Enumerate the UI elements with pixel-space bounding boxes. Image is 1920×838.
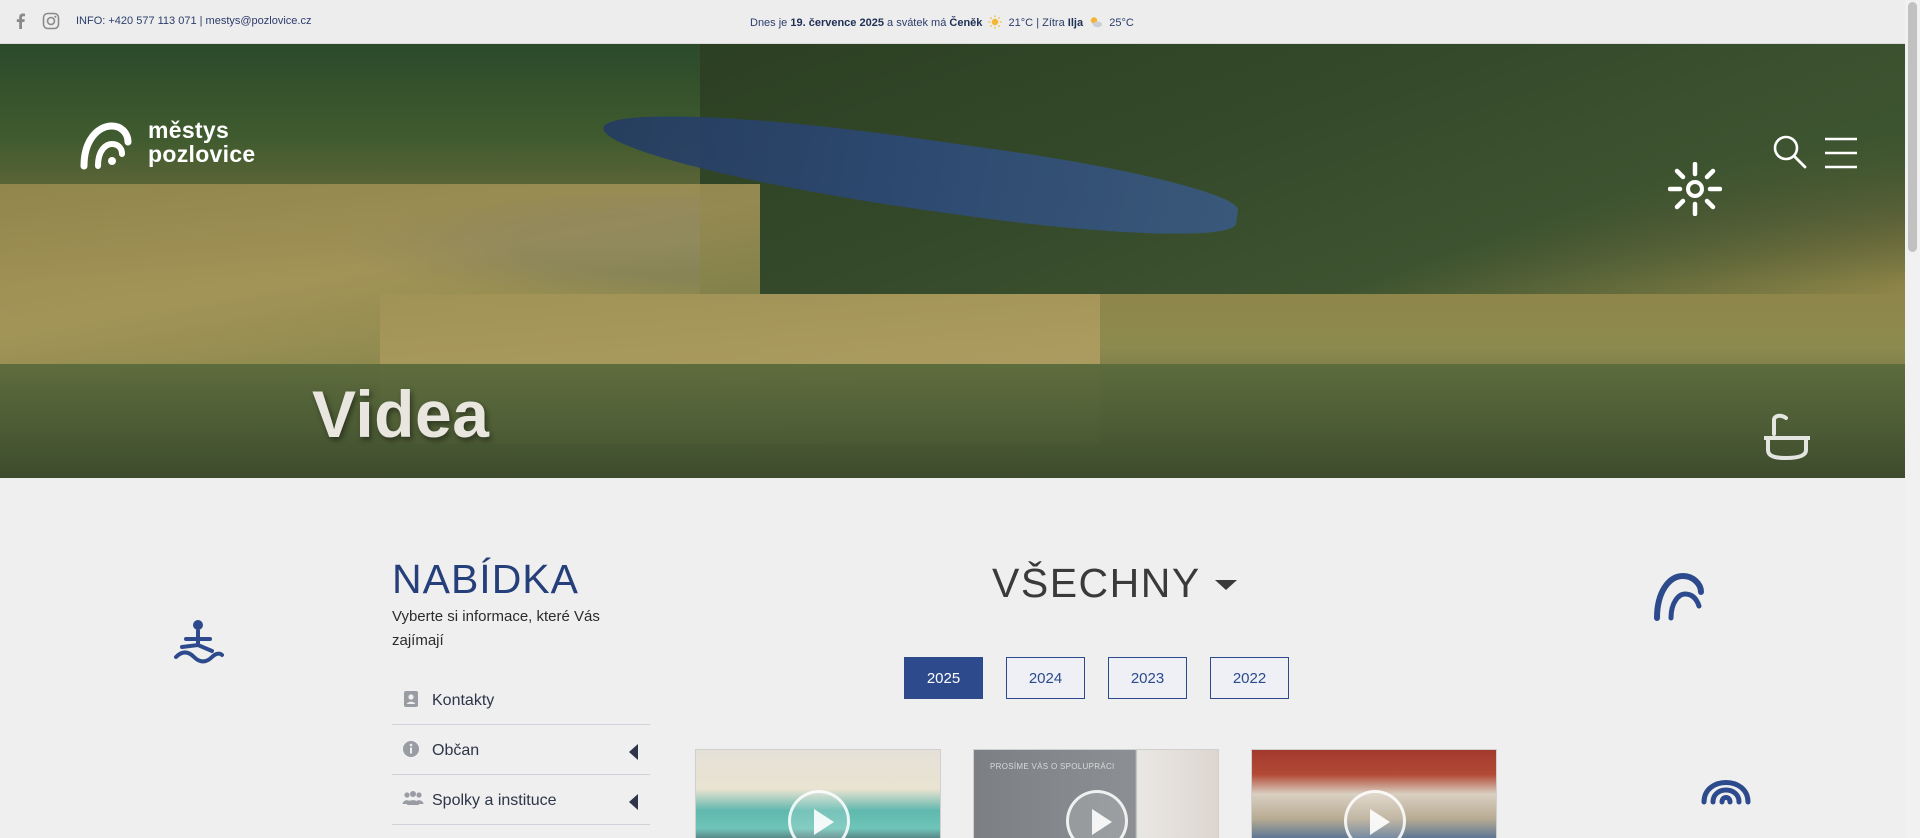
sidebar-heading: NABÍDKA [392,556,579,602]
logo-mark-icon [80,122,132,170]
logo-text: městys pozlovice [148,118,256,166]
site-logo[interactable]: městys pozlovice [78,116,268,172]
chevron-down-icon [1214,579,1237,590]
top-info-bar: INFO: +420 577 113 071 | mestys@pozlovic… [0,0,1905,44]
temp-tomorrow: 25°C [1109,17,1134,29]
video-card[interactable] [1251,749,1497,838]
sidebar-item-spolky[interactable]: Spolky a instituce [392,775,650,825]
facebook-icon[interactable] [12,12,30,30]
today-date: 19. července 2025 [790,17,884,29]
instagram-icon[interactable] [42,12,60,30]
sidebar-item-label: Občan [432,742,480,759]
hero-banner: městys pozlovice Videa [0,44,1905,478]
year-filter: 2025 2024 2023 2022 [904,657,1289,699]
nameday-prefix: a svátek má [887,17,947,29]
info-icon [403,741,419,757]
wifi-decoration-icon [1701,780,1751,805]
sidebar: NABÍDKA Vyberte si informace, které Vás … [392,555,650,825]
nameday-name: Čeněk [949,17,983,29]
year-button-2024[interactable]: 2024 [1006,657,1085,699]
hills-decoration-icon [1654,572,1704,621]
logo-line-2: pozlovice [148,141,256,167]
video-card[interactable] [695,749,941,838]
bath-decoration-icon [1764,413,1810,461]
sidebar-item-obcan[interactable]: Občan [392,725,650,775]
sidebar-menu: Kontakty Občan Spolky a instituce [392,675,650,825]
expand-caret-icon[interactable] [629,744,638,760]
year-button-2025[interactable]: 2025 [904,657,983,699]
video-thumbnail-caption: PROSÍME VÁS O SPOLUPRÁCI [990,762,1115,771]
year-button-2023[interactable]: 2023 [1108,657,1187,699]
expand-caret-icon[interactable] [629,794,638,810]
logo-line-1: městys [148,117,230,143]
menu-icon[interactable] [1824,136,1858,170]
hero-image-town [0,364,1905,478]
year-button-2022[interactable]: 2022 [1210,657,1289,699]
filter-selected-label: VŠECHNY [992,560,1201,606]
swimmer-decoration-icon [174,620,224,664]
category-filter-dropdown[interactable]: VŠECHNY [992,560,1237,607]
today-prefix: Dnes je [750,17,788,29]
date-weather-info: Dnes je 19. července 2025 a svátek má Če… [750,15,1134,29]
tomorrow-prefix: | Zítra [1036,17,1065,29]
video-card[interactable]: PROSÍME VÁS O SPOLUPRÁCI [973,749,1219,838]
contact-info[interactable]: INFO: +420 577 113 071 | mestys@pozlovic… [76,15,311,27]
group-icon [402,791,424,805]
sidebar-item-label: Spolky a instituce [432,792,557,809]
scrollbar-thumb[interactable] [1908,2,1917,252]
sun-decoration-icon [1668,162,1722,216]
temp-today: 21°C [1008,17,1034,29]
sidebar-subtitle: Vyberte si informace, které Vás zajímají [392,608,600,649]
page-title: Videa [312,377,490,451]
sidebar-item-label: Kontakty [432,692,495,709]
search-icon[interactable] [1772,134,1808,170]
sun-icon [988,15,1002,29]
tomorrow-name: Ilja [1067,17,1084,29]
partly-cloudy-icon [1090,17,1103,28]
sidebar-item-kontakty[interactable]: Kontakty [392,675,650,725]
contact-card-icon [404,691,418,707]
